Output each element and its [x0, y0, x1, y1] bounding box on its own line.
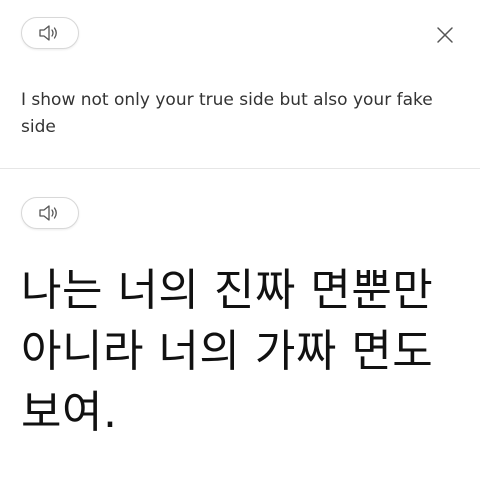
source-text: I show not only your true side but also … — [21, 90, 433, 137]
close-icon — [437, 27, 453, 43]
translation-card: I show not only your true side but also … — [0, 0, 480, 478]
translation-section: 나는 너의 진짜 면뿐만 아니라 너의 가짜 면도 보여. — [0, 169, 480, 478]
source-section: I show not only your true side but also … — [0, 0, 480, 168]
translation-speak-button[interactable] — [21, 197, 79, 229]
translation-text: 나는 너의 진짜 면뿐만 아니라 너의 가짜 면도 보여. — [21, 265, 434, 438]
speaker-icon — [39, 25, 57, 41]
source-speak-button[interactable] — [21, 17, 79, 49]
speaker-icon — [39, 205, 57, 221]
close-button[interactable] — [433, 23, 457, 47]
